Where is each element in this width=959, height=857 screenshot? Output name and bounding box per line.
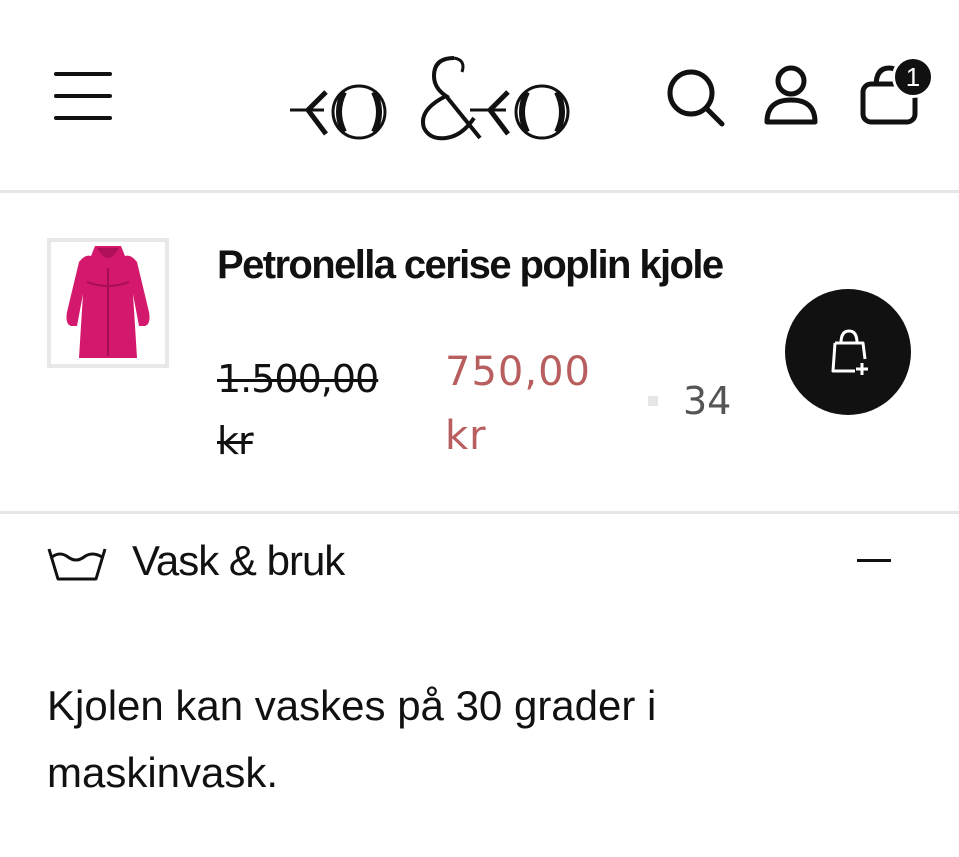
search-icon [667, 69, 725, 127]
care-description: Kjolen kan vaskes på 30 grader i maskinv… [47, 682, 657, 796]
dress-image [51, 242, 165, 364]
cart-product-row: Petronella cerise poplin kjole 1.500,00 … [0, 196, 959, 514]
minus-icon[interactable] [857, 559, 891, 562]
menu-icon-bar [54, 116, 112, 120]
add-to-bag-button[interactable] [785, 289, 911, 415]
product-size: 34 [683, 379, 732, 423]
product-thumbnail[interactable] [47, 238, 169, 368]
menu-icon-bar [54, 94, 112, 98]
size-marker [648, 396, 658, 406]
product-title[interactable]: Petronella cerise poplin kjole [217, 240, 737, 290]
account-button[interactable] [762, 64, 820, 126]
sale-price: 750,00 kr [445, 349, 591, 459]
care-label: Vask & bruk [132, 537, 345, 584]
wash-basin-icon [47, 548, 107, 581]
original-price: 1.500,00 kr [217, 357, 379, 463]
cart-count-badge: 1 [892, 56, 934, 98]
cart-button[interactable]: 1 [854, 52, 938, 128]
brand-logo[interactable] [284, 48, 594, 148]
search-button[interactable] [664, 66, 726, 128]
account-icon [764, 65, 818, 125]
bag-plus-icon [831, 329, 868, 375]
site-header: 1 [0, 0, 959, 193]
menu-button[interactable] [50, 68, 116, 126]
care-accordion-toggle[interactable]: Vask & bruk [0, 517, 959, 607]
menu-icon [54, 72, 112, 76]
